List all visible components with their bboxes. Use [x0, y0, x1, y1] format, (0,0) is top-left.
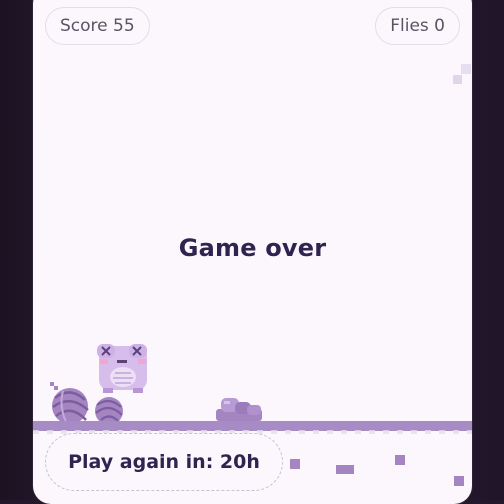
rock-pile-icon [216, 398, 262, 421]
play-again-label: Play again in: 20h [68, 451, 260, 473]
debris-pixel [454, 476, 464, 486]
play-again-button[interactable]: Play again in: 20h [45, 433, 283, 491]
game-card: Score 55 Flies 0 Game over [33, 0, 472, 504]
yarn-ball-icon [50, 382, 88, 424]
debris-pixel [336, 465, 354, 474]
debris-pixel [290, 459, 300, 469]
frog-knocked-out-icon [97, 344, 147, 393]
debris-pixel [395, 455, 405, 465]
